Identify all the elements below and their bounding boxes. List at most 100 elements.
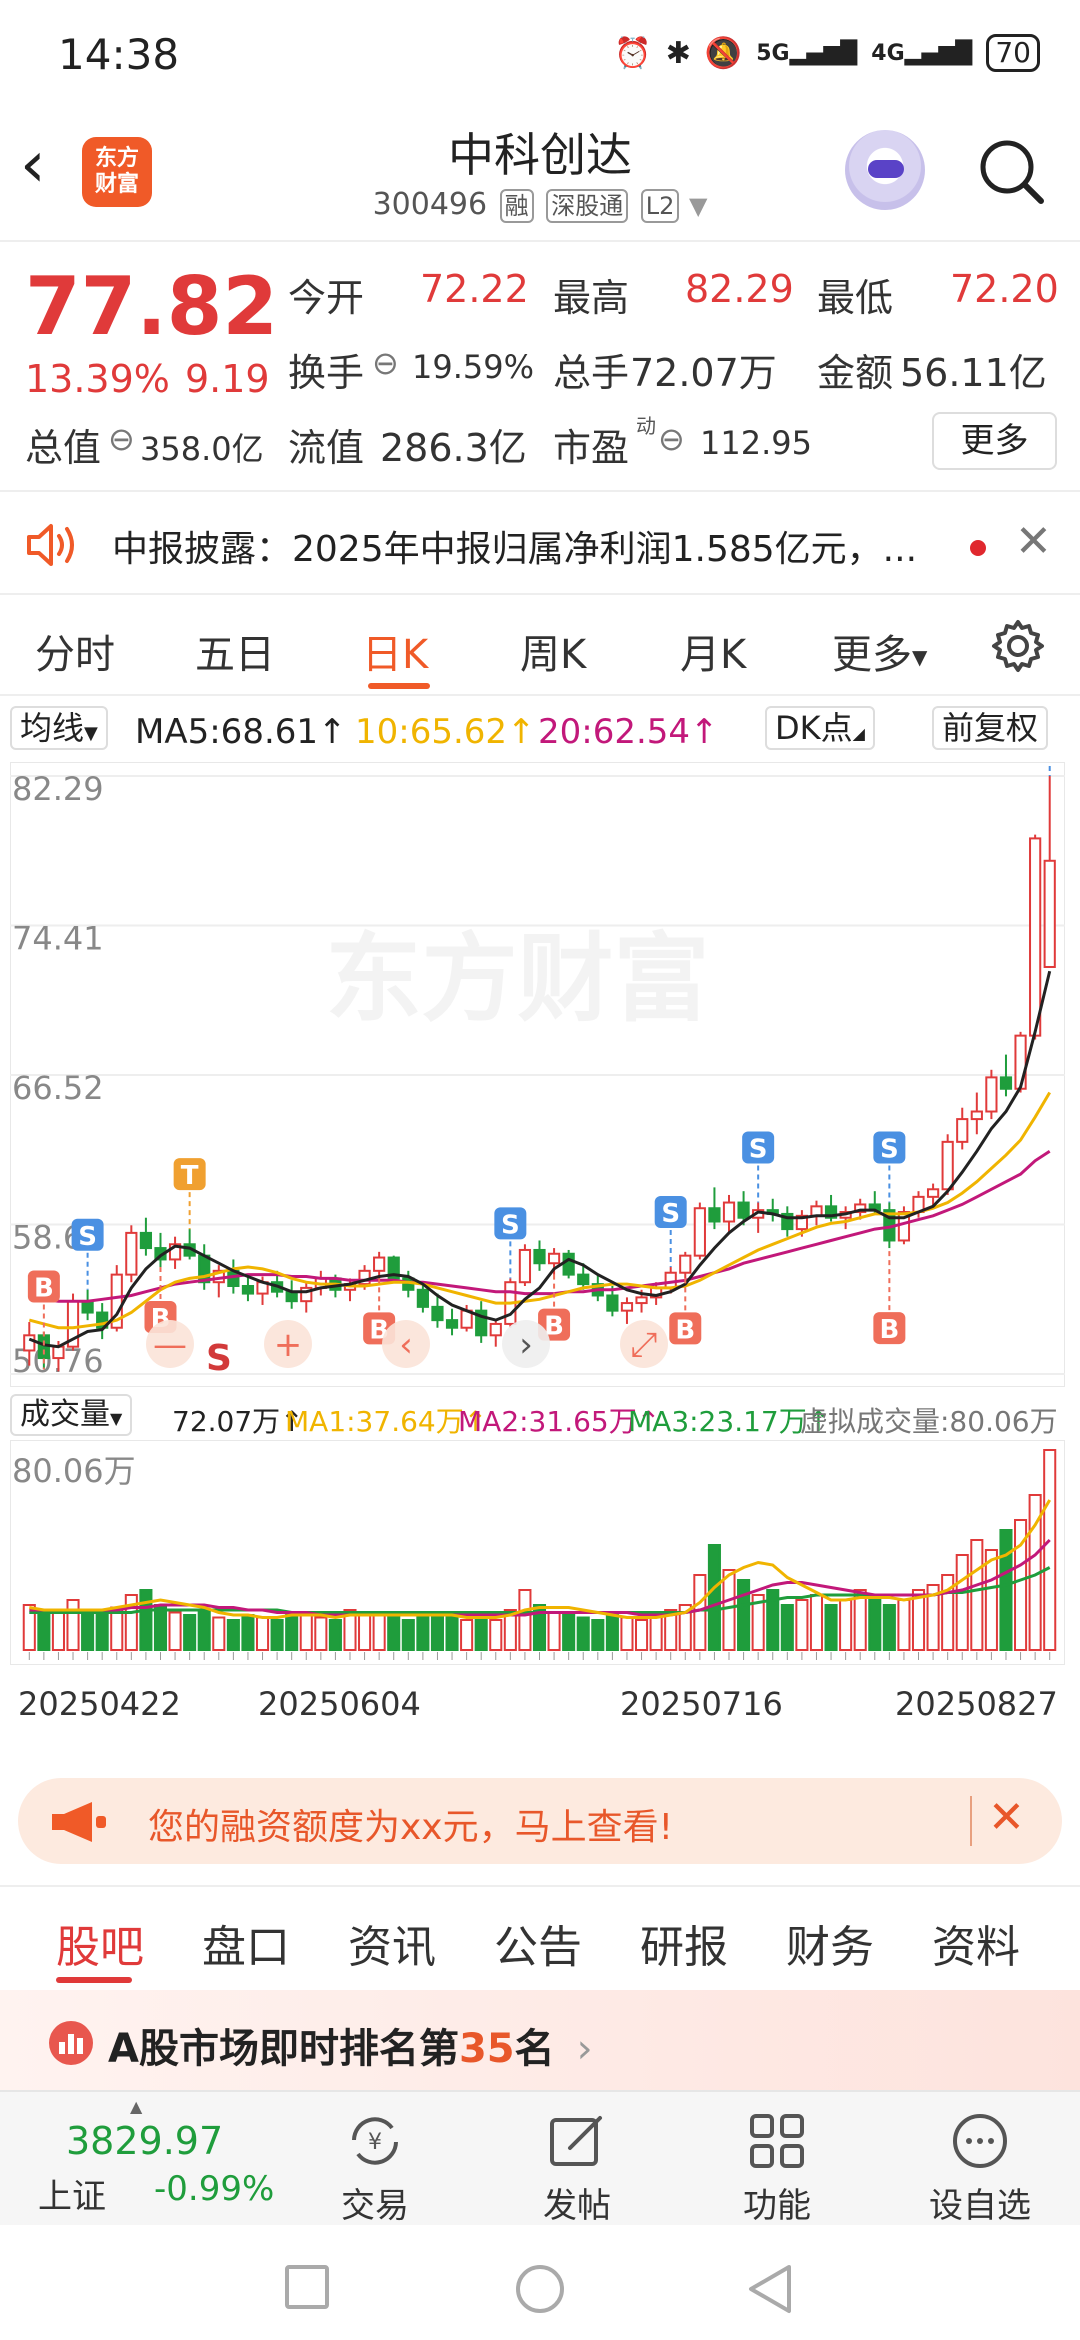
candle-body xyxy=(489,1322,502,1337)
candle-body xyxy=(635,1296,648,1305)
candle-body xyxy=(547,1252,561,1265)
date-label: 20250716 xyxy=(620,1685,783,1723)
mktcap-label[interactable]: 总值 xyxy=(25,417,101,472)
candle-body xyxy=(241,1284,255,1295)
signal-5g-icon: 5G▂▄▆█ xyxy=(756,40,858,66)
search-icon[interactable] xyxy=(975,135,1047,207)
chart-control-button[interactable]: › xyxy=(502,1320,550,1368)
close-icon[interactable]: ✕ xyxy=(1015,516,1052,567)
control-glyph: — xyxy=(153,1325,187,1365)
trade-marker-label: T xyxy=(181,1161,199,1191)
tab-daily-k[interactable]: 日K xyxy=(362,622,428,680)
info-icon[interactable]: ⊖ xyxy=(658,420,685,458)
notice-bar[interactable]: 中报披露：2025年中报归属净利润1.585亿元，... ✕ xyxy=(0,490,1080,595)
tab-orderbook[interactable]: 盘口 xyxy=(202,1911,290,1975)
tab-more[interactable]: 更多▼ xyxy=(832,622,927,680)
nav-trade[interactable]: ¥ 交易 xyxy=(305,2110,445,2227)
header: ‹ 东方 财富 中科创达 300496 融 深股通 L2 ▼ xyxy=(0,105,1080,240)
volume-selector[interactable]: 成交量▼ xyxy=(10,1394,133,1436)
promo-banner[interactable]: 您的融资额度为xx元，马上查看! ✕ xyxy=(18,1778,1062,1864)
volume-virtual: 虚拟成交量:80.06万 xyxy=(800,1405,1058,1438)
trade-marker-label: S xyxy=(78,1222,97,1252)
candle-body xyxy=(941,1140,954,1191)
volume-bar xyxy=(37,1614,51,1651)
chevron-right-icon: › xyxy=(576,2026,593,2072)
chart-control-button[interactable]: — xyxy=(146,1320,194,1368)
volume-bar xyxy=(255,1616,270,1651)
volume-bar xyxy=(999,1529,1013,1651)
price-axis-label: 74.41 xyxy=(12,920,104,958)
high-label: 最高 xyxy=(553,276,630,320)
tab-intraday[interactable]: 分时 xyxy=(35,622,115,680)
volume-bar xyxy=(285,1611,299,1651)
rank-banner[interactable]: A股市场即时排名第35名 › xyxy=(0,1990,1080,2090)
caret-down-icon: ▼ xyxy=(688,192,708,220)
chart-control-button[interactable]: ⤢ xyxy=(620,1320,668,1368)
battery-icon: 70 xyxy=(986,34,1040,72)
caret-down-icon: ▼ xyxy=(84,723,98,744)
tab-research[interactable]: 研报 xyxy=(640,1911,728,1975)
nav-post-label: 发帖 xyxy=(543,2186,611,2226)
notice-text: 中报披露：2025年中报归属净利润1.585亿元，... xyxy=(112,529,918,570)
tab-five-day[interactable]: 五日 xyxy=(195,622,275,680)
tab-monthly-k[interactable]: 月K xyxy=(680,622,746,680)
nav-post[interactable]: 发帖 xyxy=(507,2110,647,2227)
ma-selector[interactable]: 均线▼ xyxy=(10,706,108,750)
candle-body xyxy=(722,1201,736,1223)
kline-chart[interactable]: 82.2974.4166.5258.6450.76东方财富BSBTBSBSBS S… xyxy=(10,762,1065,1387)
volume-bar xyxy=(970,1539,984,1651)
info-icon[interactable]: ⊖ xyxy=(372,344,399,382)
candle-body xyxy=(1043,859,1056,968)
status-time: 14:38 xyxy=(58,30,180,79)
tab-profile[interactable]: 资料 xyxy=(932,1911,1020,1975)
candle-body xyxy=(139,1231,153,1250)
margin-tag: 融 xyxy=(499,189,534,223)
volume-bar xyxy=(839,1599,853,1651)
bluetooth-icon: ✱ xyxy=(665,35,691,71)
tab-financials[interactable]: 财务 xyxy=(786,1911,874,1975)
tab-announcements[interactable]: 公告 xyxy=(494,1911,582,1975)
ma20-value: 20:62.54↑ xyxy=(538,712,719,752)
home-icon[interactable] xyxy=(516,2265,564,2313)
index-ticker[interactable]: ▲ 3829.97 上证 -0.99% xyxy=(30,2097,274,2217)
volume-bar xyxy=(882,1604,896,1651)
pe-dynamic-sup: 动 xyxy=(636,414,656,438)
back-nav-icon[interactable] xyxy=(745,2263,795,2315)
tab-weekly-k[interactable]: 周K xyxy=(520,622,586,680)
tab-forum[interactable]: 股吧 xyxy=(56,1911,144,1975)
candle-body xyxy=(1029,837,1042,1037)
control-glyph: + xyxy=(274,1325,303,1365)
chart-control-button[interactable]: ‹ xyxy=(382,1320,430,1368)
dk-point-button[interactable]: DK点◢ xyxy=(765,706,875,750)
ma-row: 均线▼ MA5:68.61↑ 10:65.62↑ 20:62.54↑ DK点◢ … xyxy=(0,700,1080,760)
volume-row: 成交量▼ 72.07万↑ MA1:37.64万↑ MA2:31.65万↑ MA3… xyxy=(0,1390,1080,1440)
tab-news[interactable]: 资讯 xyxy=(348,1911,436,1975)
low-value: 72.20 xyxy=(950,267,1059,311)
current-price: 77.82 xyxy=(25,260,279,353)
gear-icon[interactable] xyxy=(990,618,1046,674)
recents-icon[interactable] xyxy=(285,2265,329,2309)
volume-bar xyxy=(795,1599,809,1651)
nav-functions[interactable]: 功能 xyxy=(707,2110,847,2227)
more-circle-icon xyxy=(953,2114,1007,2168)
candle-body xyxy=(562,1252,575,1276)
adjust-button[interactable]: 前复权 xyxy=(932,706,1049,750)
close-icon[interactable]: ✕ xyxy=(988,1792,1025,1843)
info-icon[interactable]: ⊖ xyxy=(108,420,135,458)
volume-bar xyxy=(416,1614,430,1651)
volume-bar xyxy=(955,1554,969,1651)
nav-add-watchlist[interactable]: 设自选 xyxy=(910,2110,1050,2227)
trade-marker-label: S xyxy=(880,1135,899,1165)
more-button[interactable]: 更多 xyxy=(932,412,1057,470)
candle-body xyxy=(679,1254,692,1274)
volume-chart[interactable]: 80.06万 xyxy=(10,1440,1065,1665)
bottom-nav: ▲ 3829.97 上证 -0.99% ¥ 交易 发帖 功能 设自选 xyxy=(0,2090,1080,2227)
turnover-label[interactable]: 换手 xyxy=(288,342,364,397)
volume-bar xyxy=(387,1616,401,1651)
volume-bar xyxy=(547,1611,561,1651)
status-icons: ⏰ ✱ 🔕 5G▂▄▆█ 4G▂▄▆█ 70 xyxy=(614,30,1040,76)
candle-body xyxy=(620,1302,634,1312)
chart-control-button[interactable]: + xyxy=(264,1320,312,1368)
dk-point-label: DK点 xyxy=(775,709,853,747)
volume-bar xyxy=(197,1609,211,1651)
